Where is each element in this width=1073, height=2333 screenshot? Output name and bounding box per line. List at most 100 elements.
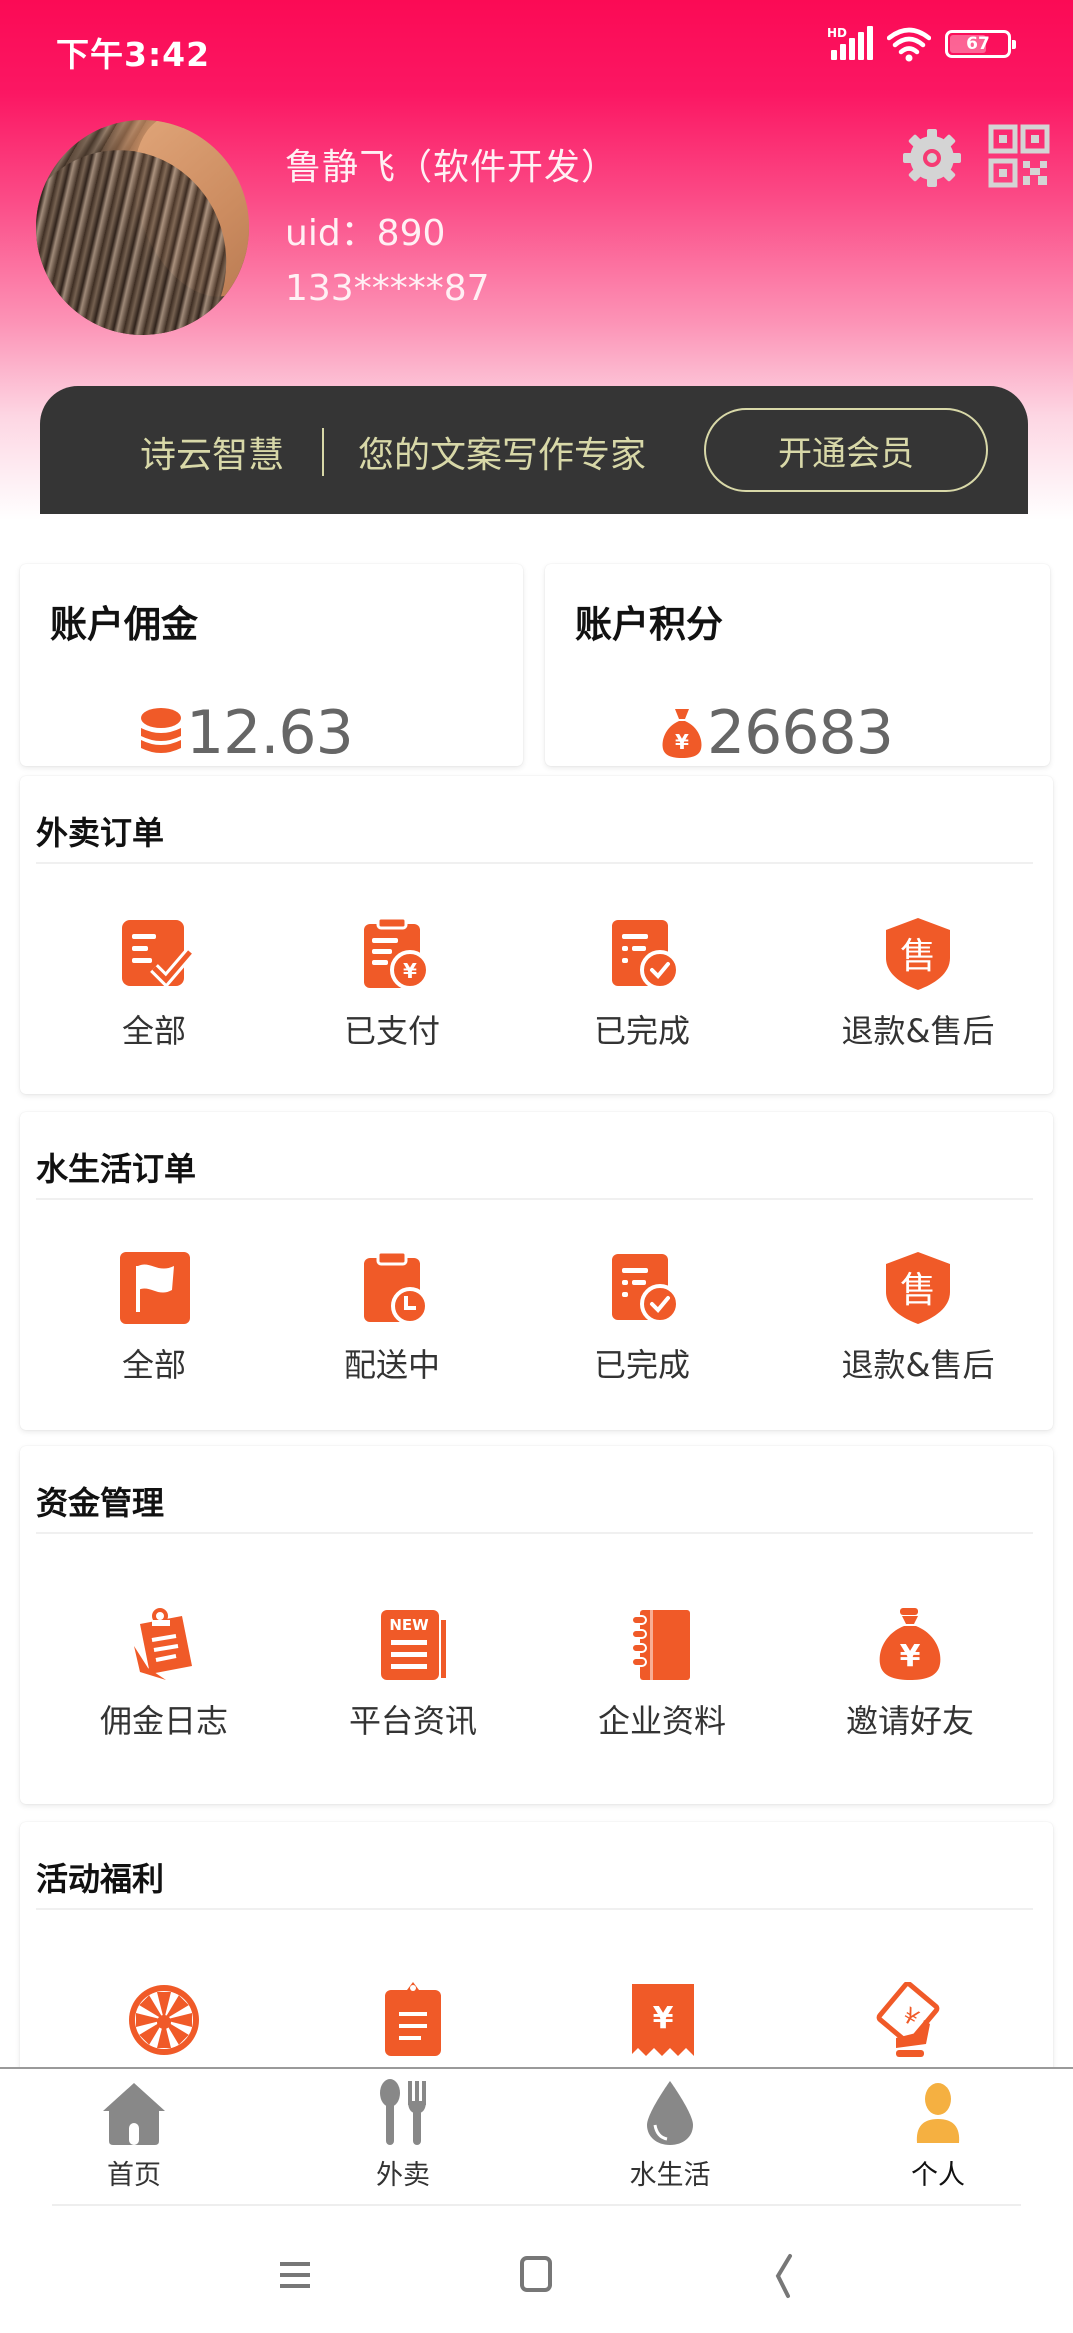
section-title: 活动福利: [36, 1860, 165, 1898]
commission-log-button[interactable]: 佣金日志: [54, 1606, 274, 1742]
avatar[interactable]: [36, 120, 249, 335]
svg-text:NEW: NEW: [389, 1616, 429, 1634]
prize-wheel-icon: [129, 1985, 199, 2055]
svg-text:¥: ¥: [653, 2001, 674, 2036]
qr-code-icon[interactable]: [988, 124, 1050, 188]
grid-label: 退款&售后: [841, 1012, 995, 1050]
commission-card[interactable]: 账户佣金 12.63: [20, 564, 523, 768]
tab-home[interactable]: 首页: [44, 2079, 224, 2192]
square-home-icon[interactable]: [506, 2250, 566, 2300]
battery-level: 67: [966, 34, 990, 54]
water-all-button[interactable]: 全部: [44, 1250, 264, 1386]
section-divider: [36, 862, 1033, 864]
system-navigation-bar: [0, 2206, 1073, 2333]
points-title: 账户积分: [575, 603, 723, 646]
vip-slogan: 您的文案写作专家: [358, 435, 647, 476]
clipboard-yuan-icon: ¥: [364, 916, 430, 990]
shield-aftersale-icon: 售: [886, 918, 950, 990]
points-card[interactable]: 账户积分 ¥ 26683: [545, 564, 1050, 768]
user-uid: uid：890: [285, 213, 446, 254]
svg-text:¥: ¥: [675, 730, 689, 754]
svg-text:¥: ¥: [403, 959, 417, 983]
battery-icon: 67: [945, 30, 1016, 58]
document-complete-icon: [612, 1254, 680, 1324]
grid-label: 全部: [121, 1012, 186, 1050]
svg-text:售: 售: [900, 1270, 936, 1311]
points-value: 26683: [707, 698, 894, 768]
section-divider: [36, 1532, 1033, 1534]
cellular-signal-icon: HD: [827, 26, 873, 62]
hand-card-yuan-icon: ¥: [876, 1982, 940, 2057]
takeout-completed-button[interactable]: 已完成: [532, 916, 752, 1052]
grid-label: 已支付: [343, 1012, 440, 1050]
svg-text:售: 售: [900, 936, 936, 977]
invite-friends-button[interactable]: ¥ 邀请好友: [800, 1606, 1020, 1742]
status-bar: 下午3:42 HD 67: [0, 0, 1073, 95]
document-complete-icon: [612, 920, 680, 990]
document-check-icon: [122, 920, 192, 989]
notebook-icon: [631, 1610, 690, 1680]
tab-label: 首页: [107, 2160, 161, 2191]
tab-water-life[interactable]: 水生活: [580, 2079, 760, 2192]
coupon-receipt-button[interactable]: ¥: [552, 1982, 772, 2072]
red-packet-button[interactable]: ¥: [800, 1982, 1020, 2072]
clipboard-clock-icon: [364, 1250, 429, 1325]
section-divider: [36, 1198, 1033, 1200]
grid-label: 已完成: [593, 1012, 690, 1050]
menu-icon[interactable]: [266, 2250, 326, 2300]
wifi-icon: [887, 27, 931, 62]
commission-value: 12.63: [186, 698, 354, 768]
takeout-all-button[interactable]: 全部: [44, 916, 264, 1052]
tab-label: 个人: [911, 2160, 965, 2191]
water-completed-button[interactable]: 已完成: [532, 1250, 752, 1386]
grid-label: 佣金日志: [99, 1702, 228, 1740]
section-title: 水生活订单: [36, 1150, 197, 1188]
coins-stack-icon: [141, 708, 181, 753]
tab-takeout[interactable]: 外卖: [313, 2079, 493, 2192]
bottom-tab-bar: 首页 外卖 水生活 个人: [0, 2067, 1073, 2204]
money-bag-icon: ¥: [879, 1608, 941, 1680]
spoon-fork-icon: [380, 2079, 426, 2145]
shield-aftersale-icon: 售: [886, 1252, 950, 1324]
takeout-orders-section: 外卖订单 全部 ¥ 已支付 已完成 售 退款&售后: [20, 776, 1053, 1094]
grid-label: 平台资讯: [348, 1702, 477, 1740]
water-drop-icon: [647, 2081, 693, 2145]
fund-management-section: 资金管理 佣金日志 NEW 平台资讯 企业资料 ¥ 邀请好友: [20, 1446, 1053, 1804]
grid-label: 退款&售后: [841, 1346, 995, 1384]
section-title: 外卖订单: [36, 814, 165, 852]
status-time: 下午3:42: [56, 35, 211, 74]
water-orders-section: 水生活订单 全部 配送中 已完成 售 退款&售后: [20, 1112, 1053, 1430]
svg-text:¥: ¥: [900, 1639, 921, 1674]
clipboard-list-icon: [385, 1982, 441, 2056]
lucky-wheel-button[interactable]: [54, 1982, 274, 2072]
home-icon: [103, 2083, 165, 2145]
takeout-paid-button[interactable]: ¥ 已支付: [282, 916, 502, 1052]
water-delivering-button[interactable]: 配送中: [282, 1250, 502, 1386]
grid-label: 配送中: [343, 1346, 440, 1384]
section-divider: [36, 1908, 1033, 1910]
vip-banner: 诗云智慧 您的文案写作专家 开通会员: [40, 386, 1028, 514]
commission-title: 账户佣金: [50, 603, 198, 646]
takeout-refund-button[interactable]: 售 退款&售后: [808, 916, 1028, 1052]
memo-pin-icon: [134, 1608, 192, 1680]
water-refund-button[interactable]: 售 退款&售后: [808, 1250, 1028, 1386]
vip-brand: 诗云智慧: [140, 435, 285, 476]
flag-icon: [120, 1252, 190, 1324]
tab-personal[interactable]: 个人: [848, 2079, 1028, 2192]
receipt-yuan-icon: ¥: [632, 1984, 694, 2056]
network-type-label: HD: [827, 26, 848, 40]
grid-label: 邀请好友: [845, 1702, 974, 1740]
gear-icon[interactable]: [900, 126, 964, 190]
user-phone: 133*****87: [285, 268, 490, 309]
platform-news-button[interactable]: NEW 平台资讯: [303, 1606, 523, 1742]
open-membership-button[interactable]: 开通会员: [704, 408, 988, 492]
tab-label: 外卖: [376, 2160, 430, 2191]
vip-divider: [322, 428, 324, 476]
tab-label: 水生活: [629, 2160, 711, 2191]
company-info-button[interactable]: 企业资料: [552, 1606, 772, 1742]
user-name: 鲁静飞（软件开发）: [285, 147, 619, 188]
money-bag-icon: ¥: [662, 709, 702, 758]
task-list-button[interactable]: [303, 1982, 523, 2072]
status-icons: HD 67: [827, 26, 1016, 62]
back-chevron-icon[interactable]: [752, 2250, 812, 2300]
